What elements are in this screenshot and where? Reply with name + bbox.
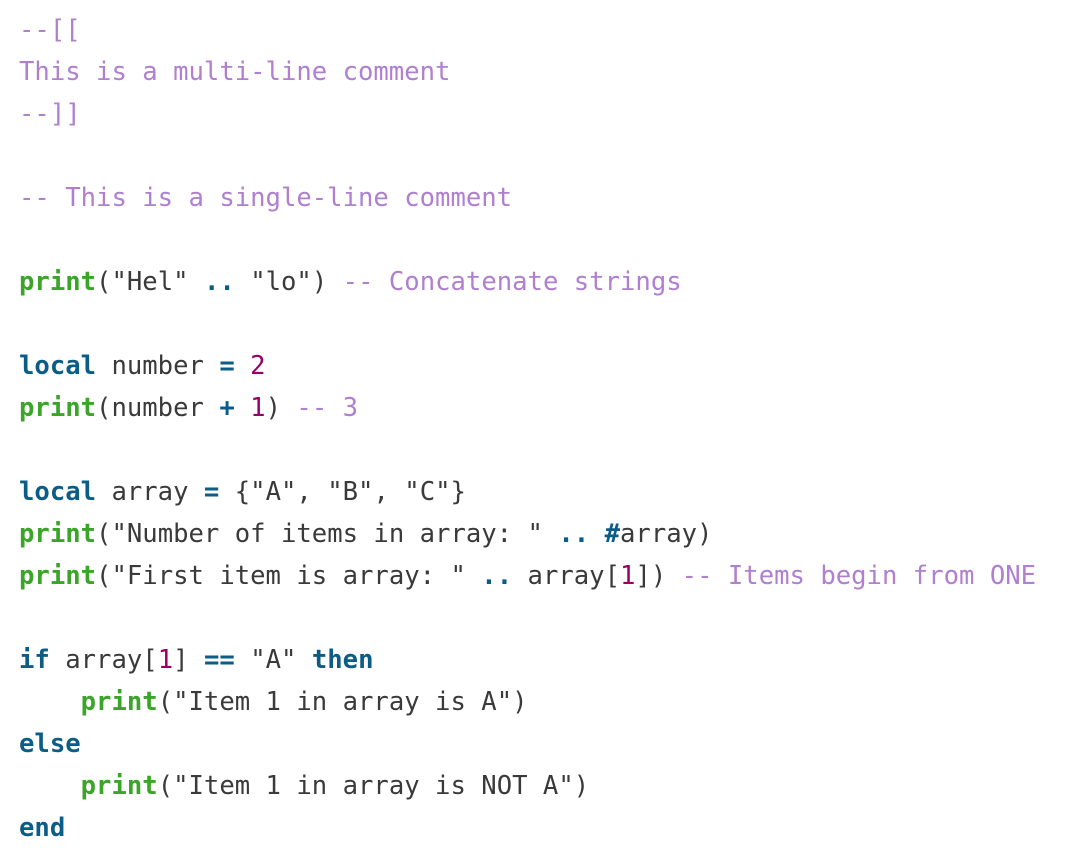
code-text-token: array[	[512, 561, 620, 591]
comment-token: This is a multi-line comment	[19, 57, 451, 87]
code-block: --[[ This is a multi-line comment --]] -- T…	[0, 0, 1066, 851]
code-text-token: (	[157, 687, 174, 717]
code-text-token: array	[96, 477, 204, 507]
comment-token: -- Items begin from ONE	[681, 561, 1037, 591]
string-literal-token: "B"	[327, 477, 374, 507]
operator-token: ==	[203, 645, 235, 675]
code-text-token: )	[512, 687, 528, 717]
function-name-token: print	[19, 267, 97, 297]
code-text-token: ])	[635, 561, 682, 591]
code-line: else	[19, 723, 1066, 765]
code-text-token: (number	[96, 393, 220, 423]
keyword-token: then	[311, 645, 374, 675]
code-line: print("Item 1 in array is NOT A")	[19, 765, 1066, 807]
function-name-token: print	[80, 771, 158, 801]
code-text-token: array)	[620, 519, 713, 549]
function-name-token: print	[80, 687, 158, 717]
code-line: --]]	[19, 93, 1066, 135]
operator-token: ..	[558, 519, 590, 549]
comment-token: --]]	[19, 99, 81, 129]
string-literal-token: "Hel"	[111, 267, 189, 297]
keyword-token: end	[19, 813, 66, 843]
function-name-token: print	[19, 561, 97, 591]
code-line: print("Item 1 in array is A")	[19, 681, 1066, 723]
code-line: --[[	[19, 9, 1066, 51]
code-text-token: )	[573, 771, 590, 801]
operator-token: =	[203, 477, 220, 507]
function-name-token: print	[19, 519, 97, 549]
code-text-token: array[	[49, 645, 158, 675]
string-literal-token: "Item 1 in array is NOT A"	[173, 771, 574, 801]
code-text-token: (	[96, 267, 112, 297]
code-line: print(number + 1) -- 3	[19, 387, 1066, 429]
code-line: local number = 2	[19, 345, 1066, 387]
code-text-token: )	[265, 393, 297, 423]
string-literal-token: "A"	[250, 477, 297, 507]
number-literal-token: 1	[157, 645, 174, 675]
comment-token: -- This is a single-line comment	[19, 183, 513, 213]
code-text-token: }	[450, 477, 466, 507]
code-line: end	[19, 807, 1066, 849]
function-name-token: print	[19, 393, 97, 423]
code-text-token: (	[96, 561, 112, 591]
string-literal-token: "First item is array: "	[111, 561, 466, 591]
code-text-token: ,	[296, 477, 328, 507]
comment-token: -- 3	[296, 393, 359, 423]
number-literal-token: 2	[250, 351, 266, 381]
keyword-token: else	[19, 729, 81, 759]
code-line: if array[1] == "A" then	[19, 639, 1066, 681]
code-text-token: )	[311, 267, 343, 297]
operator-token: ..	[481, 561, 513, 591]
number-literal-token: 1	[620, 561, 636, 591]
code-text-token: ,	[373, 477, 405, 507]
string-literal-token: "C"	[404, 477, 451, 507]
operator-token: +	[219, 393, 235, 423]
string-literal-token: "A"	[250, 645, 297, 675]
string-literal-token: "Item 1 in array is A"	[173, 687, 513, 717]
code-line: print("Number of items in array: " .. #a…	[19, 513, 1066, 555]
string-literal-token: "Number of items in array: "	[111, 519, 543, 549]
code-text-token: (	[157, 771, 174, 801]
string-literal-token: "lo"	[250, 267, 312, 297]
code-text-token: (	[96, 519, 112, 549]
code-text-token: ]	[173, 645, 204, 675]
comment-token: --[[	[19, 15, 81, 45]
comment-token: -- Concatenate strings	[342, 267, 682, 297]
code-line: print("First item is array: " .. array[1…	[19, 555, 1066, 597]
keyword-token: if	[19, 645, 50, 675]
code-line: -- This is a single-line comment	[19, 177, 1066, 219]
operator-token: ..	[203, 267, 235, 297]
code-text-token: number	[96, 351, 220, 381]
number-literal-token: 1	[250, 393, 266, 423]
code-text-token: {	[219, 477, 251, 507]
operator-token: =	[219, 351, 235, 381]
keyword-token: local	[19, 351, 97, 381]
code-line: print("Hel" .. "lo") -- Concatenate stri…	[19, 261, 1066, 303]
keyword-token: local	[19, 477, 97, 507]
operator-token: #	[604, 519, 621, 549]
code-line: This is a multi-line comment	[19, 51, 1066, 93]
code-line: local array = {"A", "B", "C"}	[19, 471, 1066, 513]
